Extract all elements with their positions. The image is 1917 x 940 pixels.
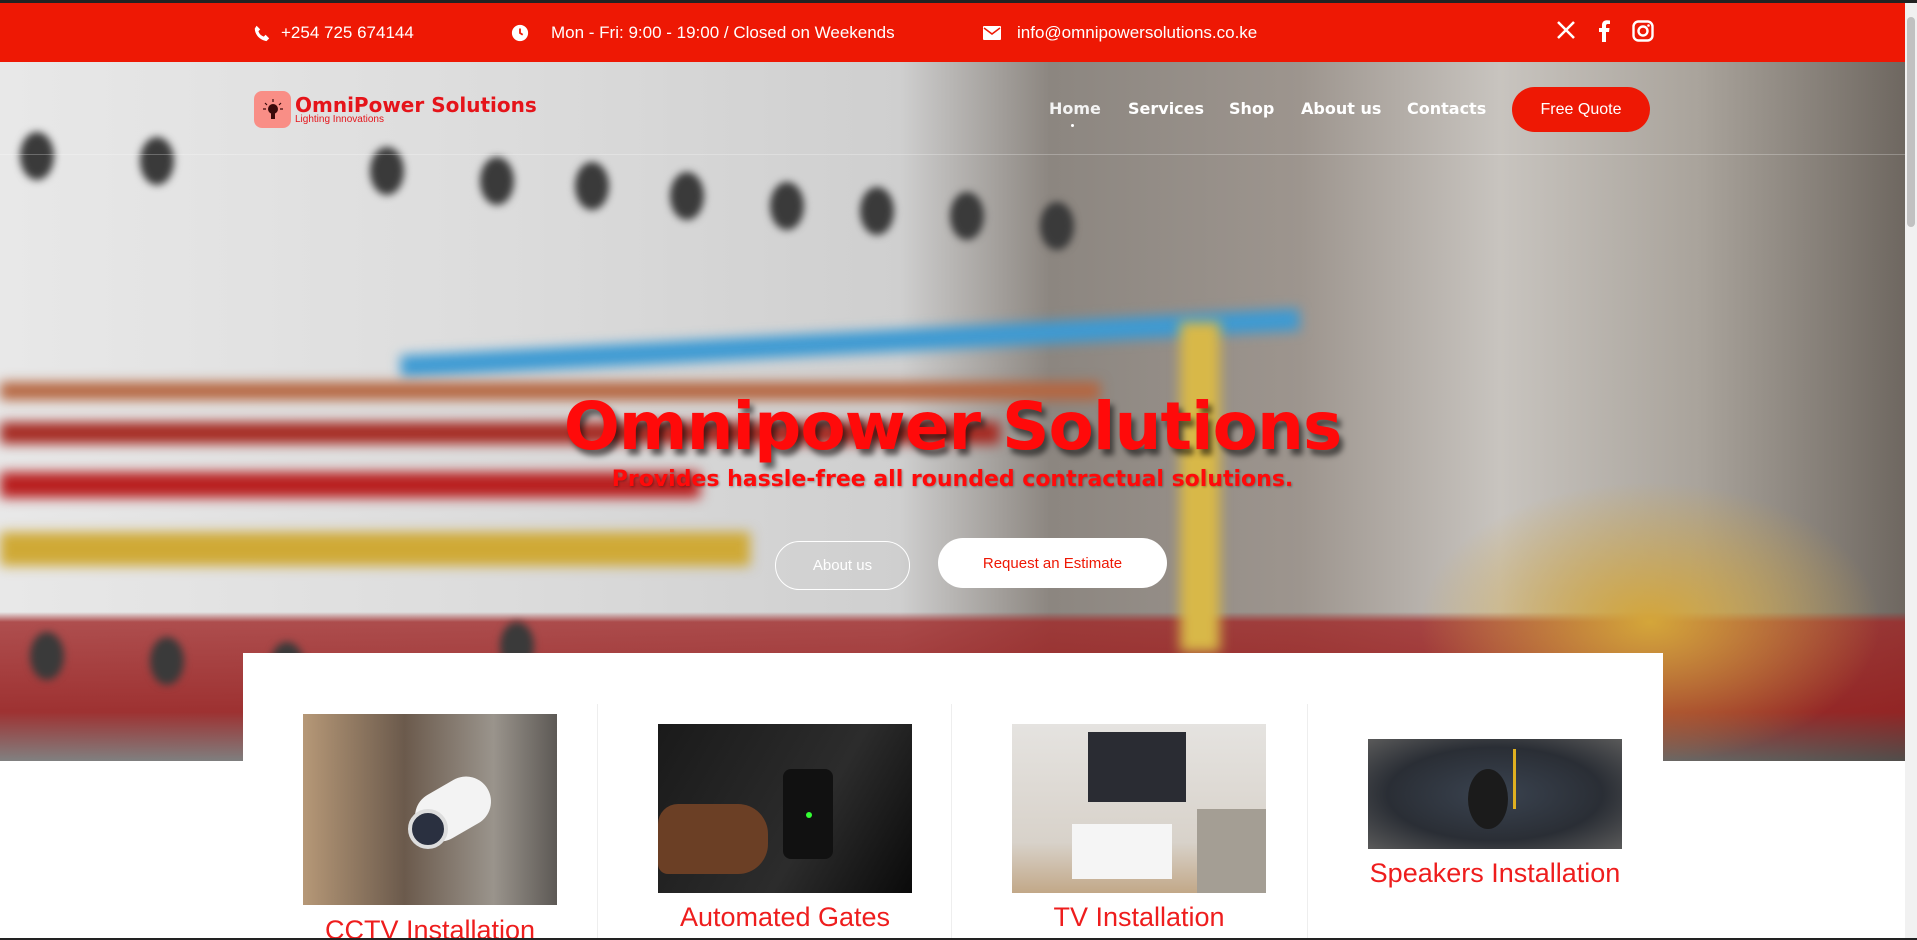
service-title[interactable]: TV Installation (969, 902, 1309, 933)
email-info[interactable]: info@omnipowersolutions.co.ke (983, 23, 1257, 43)
facebook-link[interactable] (1598, 20, 1610, 42)
phone-number: +254 725 674144 (281, 23, 414, 42)
tv-installation-image[interactable] (1012, 724, 1266, 893)
envelope-icon (983, 26, 1001, 40)
service-title[interactable]: Speakers Installation (1325, 858, 1665, 889)
phone-icon (253, 24, 271, 42)
nav-contacts[interactable]: Contacts (1407, 99, 1486, 118)
active-indicator (1071, 124, 1074, 127)
logo[interactable]: OmniPower Solutions Lighting Innovations (254, 91, 537, 128)
column-divider (597, 704, 598, 938)
service-title[interactable]: CCTV Installation (260, 915, 600, 938)
business-hours: Mon - Fri: 9:00 - 19:00 / Closed on Week… (551, 23, 895, 42)
service-title[interactable]: Automated Gates (615, 902, 955, 933)
lightbulb-icon (254, 91, 291, 128)
nav-shop[interactable]: Shop (1229, 99, 1274, 118)
hero-title: Omnipower Solutions (563, 388, 1343, 465)
instagram-icon (1632, 20, 1654, 42)
instagram-link[interactable] (1632, 20, 1654, 42)
hero-subtitle: Provides hassle-free all rounded contrac… (611, 467, 1294, 492)
nav-services[interactable]: Services (1128, 99, 1204, 118)
nav-about-us[interactable]: About us (1301, 99, 1381, 118)
facebook-icon (1599, 20, 1610, 42)
x-link[interactable] (1556, 20, 1576, 40)
speakers-image[interactable] (1368, 739, 1622, 849)
clock-icon (511, 24, 529, 42)
cctv-image[interactable] (303, 714, 557, 905)
top-bar: +254 725 674144 Mon - Fri: 9:00 - 19:00 … (0, 3, 1905, 62)
automated-gates-image[interactable] (658, 724, 912, 893)
x-icon (1557, 21, 1575, 39)
request-estimate-button[interactable]: Request an Estimate (938, 538, 1167, 588)
nav-home[interactable]: Home (1049, 99, 1101, 118)
services-card: CCTV Installation Automated Gates TV Ins… (243, 653, 1665, 938)
hours-info: Mon - Fri: 9:00 - 19:00 / Closed on Week… (511, 23, 895, 43)
phone-info[interactable]: +254 725 674144 (253, 23, 414, 43)
scrollbar[interactable] (1905, 3, 1917, 938)
page: +254 725 674144 Mon - Fri: 9:00 - 19:00 … (0, 0, 1917, 940)
email-address: info@omnipowersolutions.co.ke (1017, 23, 1258, 42)
about-us-button[interactable]: About us (775, 541, 910, 590)
scrollbar-thumb[interactable] (1907, 17, 1915, 227)
logo-name: OmniPower Solutions (295, 92, 537, 117)
free-quote-button[interactable]: Free Quote (1512, 87, 1650, 132)
